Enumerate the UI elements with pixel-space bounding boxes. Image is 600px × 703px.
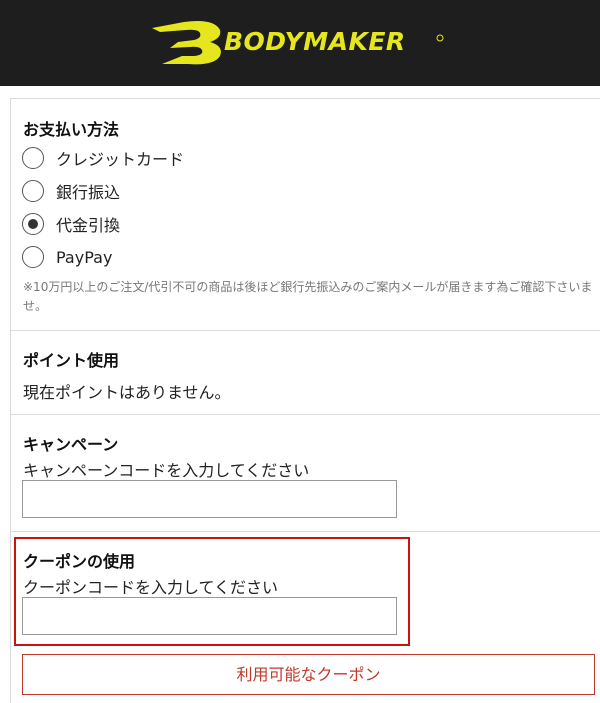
site-header: BODYMAKER <box>0 0 600 86</box>
coupon-code-input[interactable] <box>22 597 397 635</box>
payment-option-label: PayPay <box>56 247 113 267</box>
points-message: 現在ポイントはありません。 <box>23 383 231 402</box>
radio-icon[interactable] <box>22 180 44 202</box>
payment-option-cash-on-delivery[interactable]: 代金引換 <box>22 211 120 237</box>
section-divider <box>10 531 600 532</box>
coupon-prompt: クーポンコードを入力してください <box>23 578 279 597</box>
points-heading: ポイント使用 <box>23 351 120 370</box>
payment-note: ※10万円以上のご注文/代引不可の商品は後ほど銀行先振込みのご案内メールが届きま… <box>23 280 593 313</box>
logo-wordmark: BODYMAKER <box>224 27 406 56</box>
section-divider <box>10 330 600 331</box>
radio-icon[interactable] <box>22 147 44 169</box>
payment-option-label: 銀行振込 <box>56 183 121 202</box>
logo-swoosh-icon <box>152 21 221 65</box>
payment-option-credit-card[interactable]: クレジットカード <box>22 145 184 171</box>
payment-option-paypay[interactable]: PayPay <box>22 244 112 270</box>
payment-option-bank-transfer[interactable]: 銀行振込 <box>22 178 120 204</box>
campaign-prompt: キャンペーンコードを入力してください <box>23 461 310 480</box>
coupon-heading: クーポンの使用 <box>23 552 136 571</box>
payment-method-heading: お支払い方法 <box>23 120 120 139</box>
campaign-heading: キャンペーン <box>23 435 119 454</box>
payment-option-label: クレジットカード <box>56 150 185 169</box>
available-coupons-button[interactable]: 利用可能なクーポン <box>22 654 595 695</box>
payment-option-label: 代金引換 <box>56 216 121 235</box>
bodymaker-logo[interactable]: BODYMAKER <box>148 16 448 68</box>
campaign-code-input[interactable] <box>22 480 397 518</box>
radio-icon[interactable] <box>22 246 44 268</box>
radio-checked-icon[interactable] <box>22 213 44 235</box>
section-divider <box>10 414 600 415</box>
